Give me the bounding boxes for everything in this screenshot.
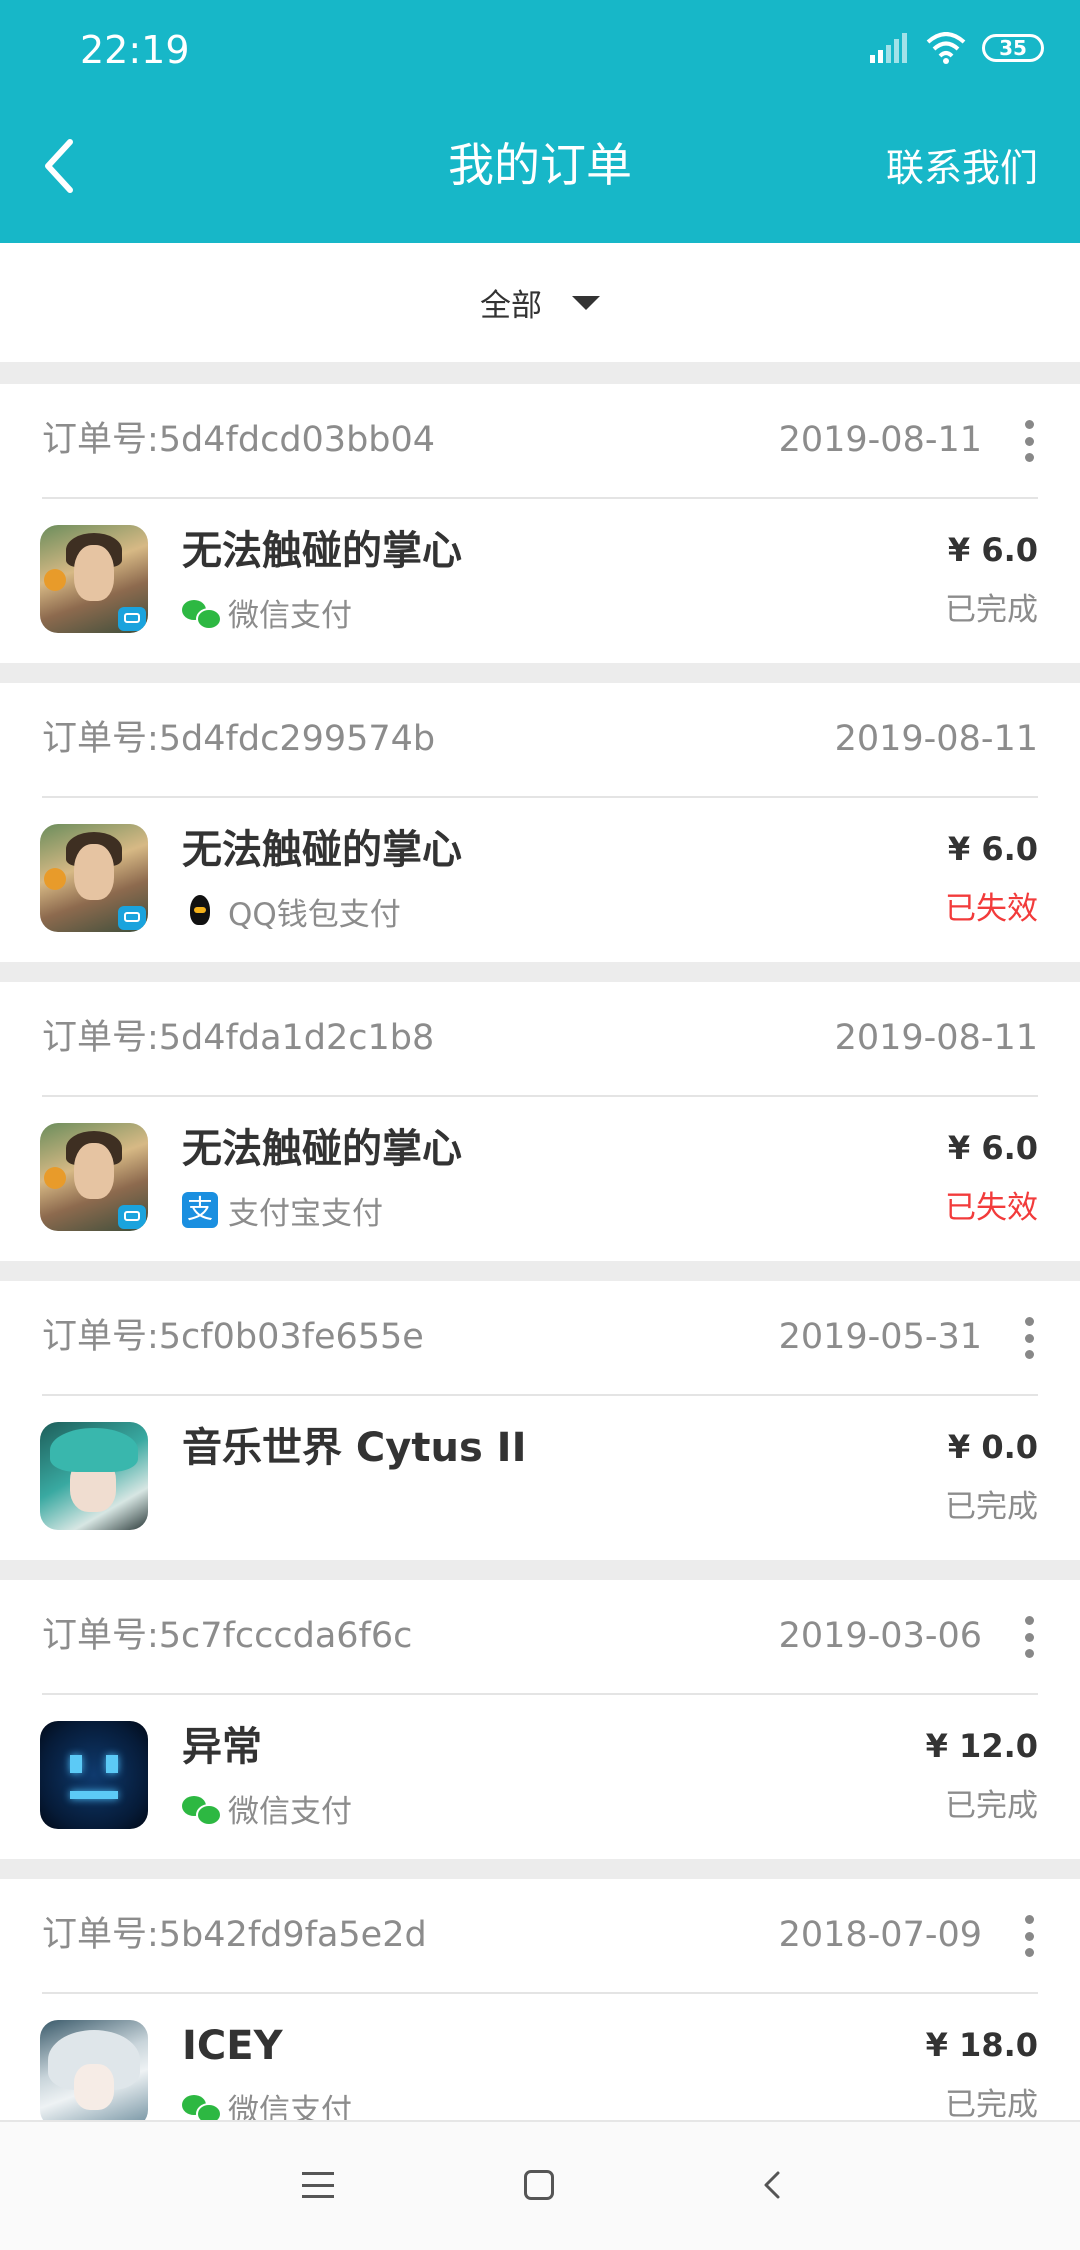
app-header: 22:19 35 我的订单 联系我们: [0, 0, 1080, 243]
order-card[interactable]: 订单号:5c7fcccda6f6c 2019-03-06 异常 微信支付 ¥ 1…: [0, 1580, 1080, 1859]
order-price: ¥ 6.0: [947, 830, 1038, 868]
order-date: 2019-05-31: [778, 1317, 982, 1357]
filter-label: 全部: [480, 288, 542, 324]
order-card[interactable]: 订单号:5cf0b03fe655e 2019-05-31 音乐世界 Cytus …: [0, 1281, 1080, 1560]
alipay-icon: 支: [182, 1192, 218, 1228]
order-card[interactable]: 订单号:5d4fdc299574b 2019-08-11 无法触碰的掌心 QQ钱…: [0, 683, 1080, 962]
payment-label: QQ钱包支付: [228, 896, 401, 933]
battery-icon: 35: [982, 34, 1044, 62]
order-card-header: 订单号:5d4fda1d2c1b8 2019-08-11: [42, 982, 1038, 1097]
payment-label: 支付宝支付: [228, 1195, 383, 1232]
order-price: ¥ 18.0: [925, 2026, 1038, 2064]
order-price: ¥ 0.0: [947, 1428, 1038, 1466]
order-number: 订单号:5d4fda1d2c1b8: [42, 1018, 435, 1058]
order-price: ¥ 6.0: [947, 531, 1038, 569]
payment-label: 微信支付: [228, 1793, 352, 1830]
game-icon: [40, 2020, 148, 2128]
order-card-header: 订单号:5cf0b03fe655e 2019-05-31: [42, 1281, 1038, 1396]
order-date: 2019-08-11: [834, 719, 1038, 759]
game-name: 音乐世界 Cytus II: [182, 1425, 527, 1471]
order-status: 已完成: [945, 592, 1038, 628]
system-navigation-bar: [0, 2120, 1080, 2250]
order-number: 订单号:5b42fd9fa5e2d: [42, 1915, 427, 1955]
wifi-icon: [926, 32, 966, 64]
game-icon: [40, 1123, 148, 1231]
order-card-header: 订单号:5c7fcccda6f6c 2019-03-06: [42, 1580, 1038, 1695]
order-filter-dropdown[interactable]: 全部: [0, 243, 1080, 362]
order-status: 已完成: [945, 1489, 1038, 1525]
payment-method: 支 支付宝支付: [182, 1188, 383, 1232]
order-price: ¥ 12.0: [925, 1727, 1038, 1765]
order-card-header: 订单号:5b42fd9fa5e2d 2018-07-09: [42, 1879, 1038, 1994]
order-card[interactable]: 订单号:5d4fda1d2c1b8 2019-08-11 无法触碰的掌心 支 支…: [0, 982, 1080, 1261]
order-card[interactable]: 订单号:5d4fdcd03bb04 2019-08-11 无法触碰的掌心 微信支…: [0, 384, 1080, 663]
contact-us-button[interactable]: 联系我们: [886, 138, 1038, 198]
order-list: 订单号:5d4fdcd03bb04 2019-08-11 无法触碰的掌心 微信支…: [0, 384, 1080, 2178]
order-number: 订单号:5d4fdcd03bb04: [42, 420, 436, 460]
order-price: ¥ 6.0: [947, 1129, 1038, 1167]
more-options-icon[interactable]: [1022, 1616, 1036, 1658]
game-icon: [40, 525, 148, 633]
status-time: 22:19: [80, 28, 190, 72]
game-name: 无法触碰的掌心: [182, 1126, 462, 1172]
more-options-icon[interactable]: [1022, 420, 1036, 462]
order-status: 已失效: [945, 1190, 1038, 1226]
payment-method: 微信支付: [182, 1786, 352, 1830]
recent-apps-icon[interactable]: [302, 2172, 334, 2198]
game-name: 无法触碰的掌心: [182, 827, 462, 873]
order-number: 订单号:5c7fcccda6f6c: [42, 1616, 413, 1656]
order-card-header: 订单号:5d4fdc299574b 2019-08-11: [42, 683, 1038, 798]
order-card-header: 订单号:5d4fdcd03bb04 2019-08-11: [42, 384, 1038, 499]
home-icon[interactable]: [524, 2170, 554, 2200]
wechat-pay-icon: [182, 594, 222, 630]
dropdown-caret-icon: [572, 295, 600, 310]
game-icon: [40, 1422, 148, 1530]
order-number: 订单号:5d4fdc299574b: [42, 719, 436, 759]
signal-icon: [870, 33, 907, 63]
payment-label: 微信支付: [228, 597, 352, 634]
order-date: 2019-03-06: [778, 1616, 982, 1656]
order-card[interactable]: 订单号:5b42fd9fa5e2d 2018-07-09 ICEY 微信支付 ¥…: [0, 1879, 1080, 2158]
status-icons: 35: [870, 28, 1044, 68]
order-date: 2019-08-11: [778, 420, 982, 460]
game-icon: [40, 1721, 148, 1829]
more-options-icon[interactable]: [1022, 1915, 1036, 1957]
game-name: 无法触碰的掌心: [182, 528, 462, 574]
wechat-pay-icon: [182, 1790, 222, 1826]
payment-method: 微信支付: [182, 590, 352, 634]
order-status: 已失效: [945, 891, 1038, 927]
order-date: 2018-07-09: [778, 1915, 982, 1955]
game-icon: [40, 824, 148, 932]
order-number: 订单号:5cf0b03fe655e: [42, 1317, 424, 1357]
order-date: 2019-08-11: [834, 1018, 1038, 1058]
qq-wallet-icon: [182, 893, 218, 929]
more-options-icon[interactable]: [1022, 1317, 1036, 1359]
payment-method: QQ钱包支付: [182, 889, 401, 933]
game-name: ICEY: [182, 2023, 283, 2069]
order-status: 已完成: [945, 1788, 1038, 1824]
system-back-icon[interactable]: [758, 2170, 788, 2200]
game-name: 异常: [182, 1724, 262, 1770]
